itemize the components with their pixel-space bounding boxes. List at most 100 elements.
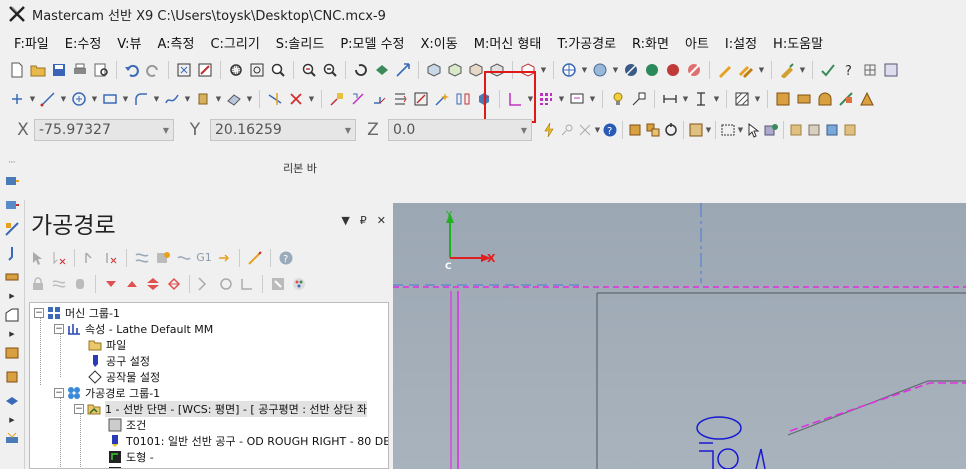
dropdown-arrow[interactable]: ▼ <box>705 121 712 139</box>
dropdown-arrow[interactable]: ▼ <box>612 61 619 79</box>
open-folder-icon[interactable] <box>29 61 47 79</box>
lock-icon[interactable] <box>29 275 47 293</box>
hatch-icon[interactable] <box>733 90 751 108</box>
print-icon[interactable] <box>71 61 89 79</box>
dropdown-arrow[interactable]: ▼ <box>153 90 160 108</box>
menu-model-prep[interactable]: P:모델 수정 <box>340 33 404 52</box>
expand-arrow[interactable]: ▶ <box>9 330 14 338</box>
move-down-icon[interactable] <box>102 275 120 293</box>
high-speed-icon[interactable] <box>246 249 264 267</box>
menu-file[interactable]: F:파일 <box>14 33 49 52</box>
dropdown-arrow[interactable]: ▼ <box>184 90 191 108</box>
fast-point-icon[interactable] <box>540 121 558 139</box>
point-plus-icon[interactable] <box>8 90 26 108</box>
top-view-icon[interactable] <box>446 61 464 79</box>
view-arrow-icon[interactable] <box>394 61 412 79</box>
stock-flag-icon[interactable] <box>837 90 855 108</box>
z-coordinate-input[interactable]: 0.0 ▼ <box>388 119 532 141</box>
tree-item-tool[interactable]: T0101: 일반 선반 공구 - OD ROUGH RIGHT - 80 DE… <box>108 433 388 449</box>
trim-icon[interactable] <box>266 90 284 108</box>
settings-palette-icon[interactable] <box>290 275 308 293</box>
expand-arrow[interactable]: ▶ <box>9 292 14 300</box>
help-circle-icon[interactable]: ? <box>601 121 619 139</box>
menu-machine-type[interactable]: M:머신 형태 <box>474 33 542 52</box>
dropdown-arrow[interactable]: ▼ <box>60 90 67 108</box>
dropdown-arrow[interactable]: ▼ <box>122 90 129 108</box>
auto-cursor-icon[interactable] <box>558 121 576 139</box>
toggle-post-icon[interactable] <box>71 275 89 293</box>
dimension-horizontal-icon[interactable] <box>661 90 679 108</box>
dropdown-arrow[interactable]: ▼ <box>758 61 765 79</box>
fillet-icon[interactable] <box>132 90 150 108</box>
spline-icon[interactable] <box>163 90 181 108</box>
regen-dirty-icon[interactable] <box>102 249 120 267</box>
delete-x-icon[interactable] <box>287 90 305 108</box>
dropdown-arrow[interactable]: ▼ <box>540 61 547 79</box>
collapse-icon[interactable]: − <box>54 388 64 398</box>
dropdown-arrow[interactable]: ▼ <box>682 90 689 108</box>
simulate-icon[interactable] <box>175 249 193 267</box>
matrix-icon[interactable] <box>537 90 555 108</box>
verify-icon[interactable] <box>154 249 172 267</box>
tree-item-properties[interactable]: − 속성 - Lathe Default MM <box>54 321 213 337</box>
pencil-double-icon[interactable] <box>737 61 755 79</box>
panel-menu-icon[interactable]: ▼ <box>341 214 349 227</box>
zoom-out-icon[interactable] <box>321 61 339 79</box>
dropdown-arrow[interactable]: ▼ <box>91 90 98 108</box>
zoom-window-icon[interactable] <box>227 61 245 79</box>
menu-art[interactable]: 아트 <box>685 33 709 52</box>
selection-mode-icon[interactable] <box>687 121 705 139</box>
xform-dynamic-icon[interactable] <box>433 90 451 108</box>
menu-view[interactable]: V:뷰 <box>117 33 141 52</box>
menu-settings[interactable]: I:설정 <box>725 33 757 52</box>
shading-green-icon[interactable] <box>643 61 661 79</box>
dropdown-arrow[interactable]: ▼ <box>799 61 806 79</box>
stock-cone-icon[interactable] <box>858 90 876 108</box>
undo-icon[interactable] <box>123 61 141 79</box>
dropdown-arrow[interactable]: ▼ <box>594 121 601 139</box>
dropdown-arrow[interactable]: ▼ <box>308 90 315 108</box>
tree-item-next[interactable] <box>108 465 126 468</box>
tool-manager-icon[interactable] <box>269 275 287 293</box>
stock-cylinder-icon[interactable] <box>795 90 813 108</box>
lathe-chamfer-icon[interactable] <box>3 306 21 324</box>
lathe-sim-icon[interactable] <box>3 430 21 448</box>
menu-analyze[interactable]: A:측정 <box>157 33 194 52</box>
move-up-icon[interactable] <box>123 275 141 293</box>
regen-all-icon[interactable] <box>81 249 99 267</box>
dropdown-arrow[interactable]: ▼ <box>737 121 744 139</box>
sphere-icon[interactable] <box>591 61 609 79</box>
menu-screen[interactable]: R:화면 <box>632 33 669 52</box>
insert-target-icon[interactable] <box>165 275 183 293</box>
dropdown-arrow[interactable]: ▼ <box>589 90 596 108</box>
dropdown-arrow[interactable]: ▼ <box>754 90 761 108</box>
toggle-display-icon[interactable] <box>50 275 68 293</box>
select-group-icon[interactable] <box>644 121 662 139</box>
scroll-icon[interactable] <box>196 275 214 293</box>
solid-select-1-icon[interactable] <box>787 121 805 139</box>
xform-translate-icon[interactable] <box>328 90 346 108</box>
collapse-icon[interactable]: − <box>74 404 84 414</box>
pointer-note-icon[interactable] <box>630 90 648 108</box>
grid-icon[interactable] <box>861 61 879 79</box>
pin-icon[interactable]: ₽ <box>360 214 367 227</box>
dropdown-arrow[interactable]: ▼ <box>29 90 36 108</box>
post-icon[interactable] <box>215 249 233 267</box>
zoom-icon[interactable] <box>269 61 287 79</box>
cross-cursor-icon[interactable] <box>576 121 594 139</box>
dynamic-rotate-icon[interactable] <box>373 61 391 79</box>
expand-arrow[interactable]: ▶ <box>9 416 14 424</box>
tree-item-machine-group[interactable]: − 머신 그룹-1 <box>34 305 120 321</box>
surface-icon[interactable] <box>225 90 243 108</box>
tree-item-tool-settings[interactable]: 공구 설정 <box>88 353 150 369</box>
brush-icon[interactable] <box>778 61 796 79</box>
backplot-icon[interactable] <box>133 249 151 267</box>
dropdown-arrow[interactable]: ▼ <box>558 90 565 108</box>
rotate-icon[interactable] <box>352 61 370 79</box>
shading-red-icon[interactable] <box>664 61 682 79</box>
deselect-ops-icon[interactable] <box>50 249 68 267</box>
dimension-vertical-icon[interactable] <box>692 90 710 108</box>
menu-help[interactable]: H:도움말 <box>773 33 823 52</box>
verify-solid-icon[interactable] <box>762 121 780 139</box>
front-view-icon[interactable] <box>467 61 485 79</box>
